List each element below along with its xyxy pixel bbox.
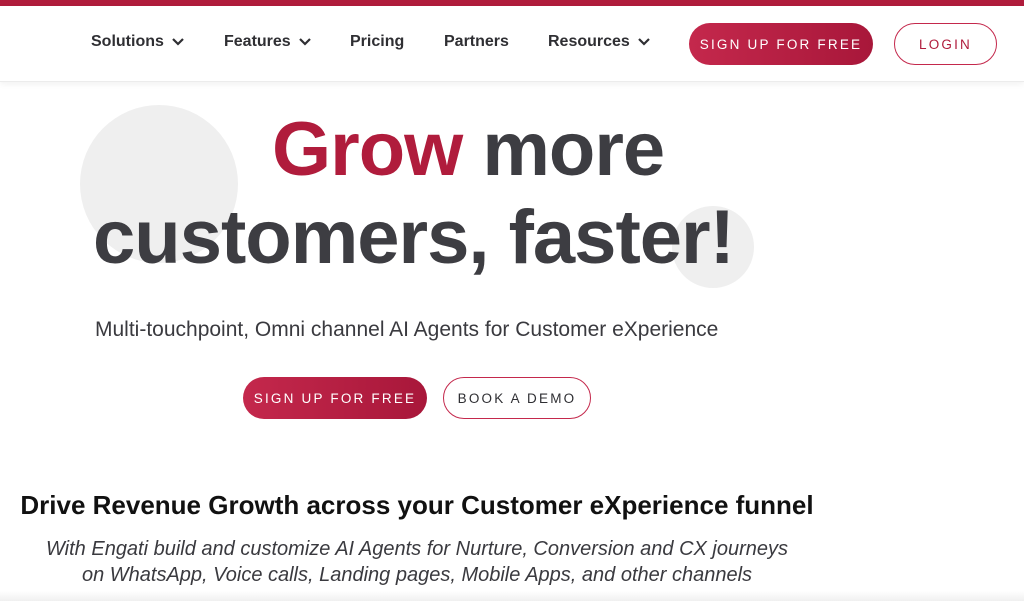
- hero-title-line-1: Grow more: [272, 112, 665, 188]
- hero-subtitle: Multi-touchpoint, Omni channel AI Agents…: [95, 318, 719, 341]
- nav-item-resources[interactable]: Resources: [548, 33, 650, 51]
- bottom-fade: [0, 591, 1024, 601]
- signup-button-nav[interactable]: SIGN UP FOR FREE: [689, 23, 873, 65]
- nav-item-label: Solutions: [91, 33, 164, 50]
- chevron-down-icon: [172, 38, 184, 46]
- nav-item-partners[interactable]: Partners: [444, 33, 509, 51]
- hero-accent-word: Grow: [272, 107, 463, 192]
- section-description: With Engati build and customize AI Agent…: [0, 536, 834, 588]
- nav-item-pricing[interactable]: Pricing: [350, 33, 404, 51]
- hero-title-rest: more: [462, 107, 665, 192]
- chevron-down-icon: [638, 38, 650, 46]
- section-title: Drive Revenue Growth across your Custome…: [20, 490, 814, 520]
- hero-title-line-2: customers, faster!: [93, 195, 735, 280]
- nav-item-label: Pricing: [350, 33, 405, 50]
- section-description-line-1: With Engati build and customize AI Agent…: [45, 538, 789, 560]
- nav-item-label: Resources: [548, 33, 630, 50]
- section-description-line-2: on WhatsApp, Voice calls, Landing pages,…: [81, 564, 753, 586]
- signup-button-hero[interactable]: SIGN UP FOR FREE: [243, 377, 427, 419]
- chevron-down-icon: [298, 38, 311, 46]
- nav-item-solutions[interactable]: Solutions: [91, 33, 184, 51]
- navbar: Solutions Features Pricing Partners Reso…: [0, 6, 1024, 82]
- nav-item-label: Features: [224, 33, 291, 50]
- login-button[interactable]: LOGIN: [894, 23, 997, 65]
- nav-item-label: Partners: [444, 33, 509, 50]
- book-demo-button[interactable]: BOOK A DEMO: [443, 377, 591, 419]
- nav-item-features[interactable]: Features: [224, 33, 311, 51]
